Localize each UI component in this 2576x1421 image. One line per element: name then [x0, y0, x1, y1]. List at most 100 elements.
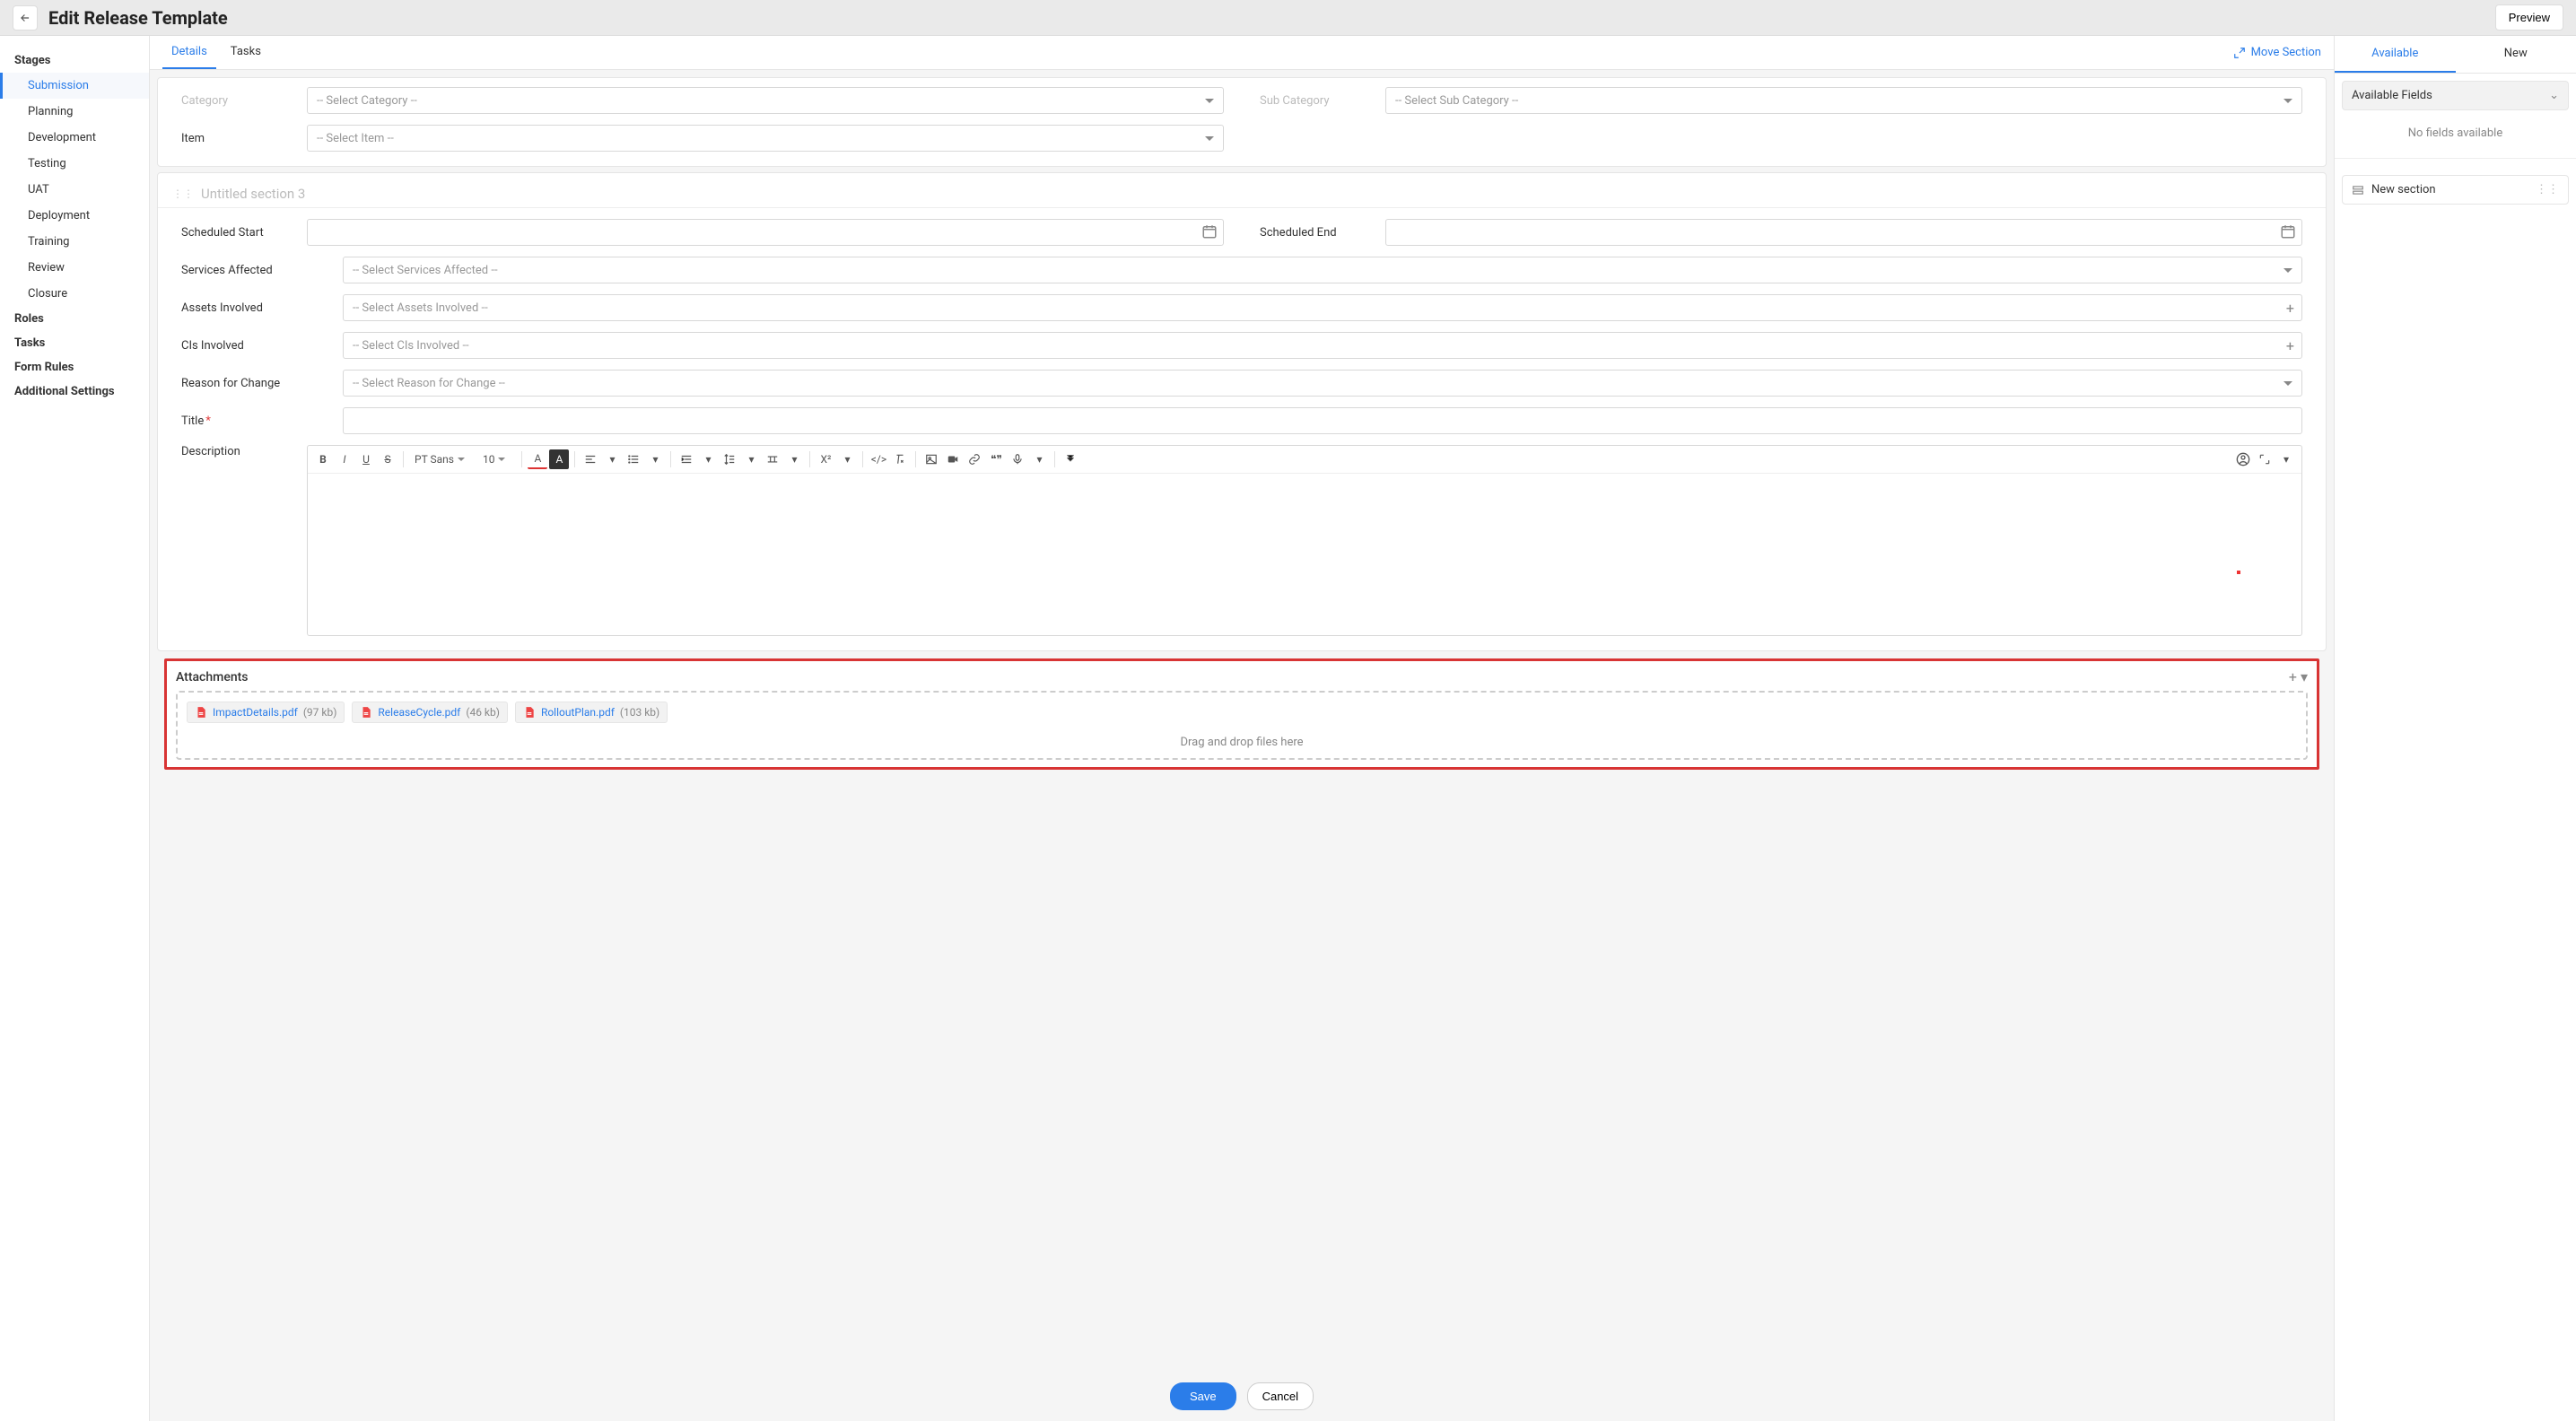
sidebar-section-tasks[interactable]: Tasks	[0, 331, 149, 355]
sidebar-item-review[interactable]: Review	[0, 255, 149, 281]
chevron-down-icon[interactable]: ▾	[602, 449, 622, 469]
available-fields-label: Available Fields	[2352, 89, 2432, 102]
chevron-down-icon[interactable]: ▾	[784, 449, 804, 469]
cancel-button[interactable]: Cancel	[1247, 1382, 1314, 1410]
video-button[interactable]	[943, 449, 963, 469]
back-button[interactable]	[13, 5, 38, 31]
move-section-link[interactable]: Move Section	[2233, 46, 2321, 59]
attachment-add-button[interactable]: +	[2289, 668, 2297, 685]
select-category[interactable]: -- Select Category --	[307, 87, 1224, 114]
tab-details[interactable]: Details	[162, 36, 216, 69]
underline-button[interactable]: U	[356, 449, 376, 469]
drag-handle-icon[interactable]: ⋮⋮	[2536, 183, 2559, 196]
sidebar-item-training[interactable]: Training	[0, 229, 149, 255]
more-button[interactable]	[1061, 449, 1080, 469]
editor-body[interactable]	[308, 474, 2301, 635]
line-height-button[interactable]	[720, 449, 739, 469]
sidebar-item-testing[interactable]: Testing	[0, 151, 149, 177]
section-3-header[interactable]: ⋮⋮ Untitled section 3	[158, 177, 2326, 207]
no-fields-available: No fields available	[2335, 118, 2576, 149]
chevron-down-icon[interactable]: ▾	[2276, 449, 2296, 469]
sidebar-section-roles[interactable]: Roles	[0, 307, 149, 331]
select-subcategory[interactable]: -- Select Sub Category --	[1385, 87, 2302, 114]
highlight-button[interactable]: A	[549, 449, 569, 469]
attachments-section: Attachments + ▾ ImpactDetails.pdf (97 kb…	[164, 658, 2319, 770]
new-section-button[interactable]: New section ⋮⋮	[2342, 175, 2569, 205]
drag-handle-icon[interactable]: ⋮⋮	[172, 187, 194, 200]
font-family-select[interactable]: PT Sans	[409, 451, 476, 467]
bold-button[interactable]: B	[313, 449, 333, 469]
label-item: Item	[181, 132, 307, 145]
input-scheduled-start[interactable]	[307, 219, 1224, 246]
link-button[interactable]	[965, 449, 984, 469]
indent-button[interactable]	[677, 449, 696, 469]
select-cis-involved[interactable]: -- Select CIs Involved -- +	[343, 332, 2302, 359]
plus-icon[interactable]: +	[2286, 300, 2294, 317]
right-tab-available[interactable]: Available	[2335, 36, 2456, 73]
label-title: Title*	[181, 414, 307, 428]
preview-button[interactable]: Preview	[2495, 4, 2563, 31]
chevron-down-icon[interactable]: ▾	[1029, 449, 1049, 469]
attachment-filesize: (97 kb)	[303, 706, 337, 719]
font-size-select[interactable]: 10	[477, 451, 517, 467]
available-fields-header[interactable]: Available Fields ⌄	[2342, 81, 2569, 110]
italic-button[interactable]: I	[335, 449, 354, 469]
user-button[interactable]	[2233, 449, 2253, 469]
code-button[interactable]: </>	[869, 449, 888, 469]
sidebar-section-additional-settings[interactable]: Additional Settings	[0, 379, 149, 404]
font-color-button[interactable]: A	[528, 449, 547, 469]
attachment-filename: ImpactDetails.pdf	[213, 706, 298, 719]
select-services-affected[interactable]: -- Select Services Affected --	[343, 257, 2302, 283]
new-section-label: New section	[2371, 183, 2436, 196]
pdf-icon	[195, 706, 207, 719]
sidebar-section-form-rules[interactable]: Form Rules	[0, 355, 149, 379]
quote-button[interactable]: ❝❞	[986, 449, 1006, 469]
attachment-filename: ReleaseCycle.pdf	[378, 706, 460, 719]
align-button[interactable]	[581, 449, 600, 469]
sidebar-item-submission[interactable]: Submission	[0, 73, 149, 99]
clear-format-button[interactable]	[890, 449, 910, 469]
left-sidebar: Stages Submission Planning Development T…	[0, 36, 150, 1421]
attachment-chip[interactable]: ImpactDetails.pdf (97 kb)	[187, 702, 345, 723]
attachment-chip[interactable]: RolloutPlan.pdf (103 kb)	[515, 702, 668, 723]
attachment-options-button[interactable]: ▾	[2301, 668, 2308, 685]
plus-icon[interactable]: +	[2286, 337, 2294, 354]
input-title[interactable]	[343, 407, 2302, 434]
label-scheduled-end: Scheduled End	[1260, 226, 1385, 240]
image-button[interactable]	[921, 449, 941, 469]
superscript-button[interactable]: X²	[816, 449, 835, 469]
chevron-down-icon[interactable]: ▾	[741, 449, 761, 469]
attachment-chip[interactable]: ReleaseCycle.pdf (46 kb)	[352, 702, 508, 723]
chevron-down-icon[interactable]: ▾	[645, 449, 665, 469]
save-button[interactable]: Save	[1170, 1382, 1236, 1410]
attachments-dropzone[interactable]: ImpactDetails.pdf (97 kb) ReleaseCycle.p…	[176, 691, 2308, 760]
attachment-filesize: (103 kb)	[620, 706, 659, 719]
chevron-down-icon[interactable]: ▾	[698, 449, 718, 469]
sidebar-item-planning[interactable]: Planning	[0, 99, 149, 125]
microphone-button[interactable]	[1008, 449, 1027, 469]
sidebar-item-deployment[interactable]: Deployment	[0, 203, 149, 229]
list-button[interactable]	[624, 449, 643, 469]
select-reason-for-change[interactable]: -- Select Reason for Change --	[343, 370, 2302, 397]
sidebar-item-closure[interactable]: Closure	[0, 281, 149, 307]
section-3-title: Untitled section 3	[201, 186, 305, 202]
label-description: Description	[181, 445, 307, 636]
move-section-label: Move Section	[2251, 46, 2321, 59]
attachments-drop-text: Drag and drop files here	[187, 730, 2297, 749]
chevron-down-icon[interactable]: ▾	[837, 449, 857, 469]
strikethrough-button[interactable]: S	[378, 449, 397, 469]
input-scheduled-end[interactable]	[1385, 219, 2302, 246]
tab-tasks[interactable]: Tasks	[222, 36, 270, 69]
sidebar-item-uat[interactable]: UAT	[0, 177, 149, 203]
spacing-button[interactable]	[763, 449, 782, 469]
select-item[interactable]: -- Select Item --	[307, 125, 1224, 152]
label-cis-involved: CIs Involved	[181, 339, 307, 353]
label-reason-for-change: Reason for Change	[181, 377, 307, 390]
sidebar-item-development[interactable]: Development	[0, 125, 149, 151]
assets-involved-placeholder: -- Select Assets Involved --	[353, 301, 488, 315]
sidebar-section-stages[interactable]: Stages	[0, 48, 149, 73]
expand-button[interactable]	[2255, 449, 2275, 469]
select-assets-involved[interactable]: -- Select Assets Involved -- +	[343, 294, 2302, 321]
label-subcategory: Sub Category	[1260, 94, 1385, 108]
right-tab-new[interactable]: New	[2456, 36, 2576, 73]
